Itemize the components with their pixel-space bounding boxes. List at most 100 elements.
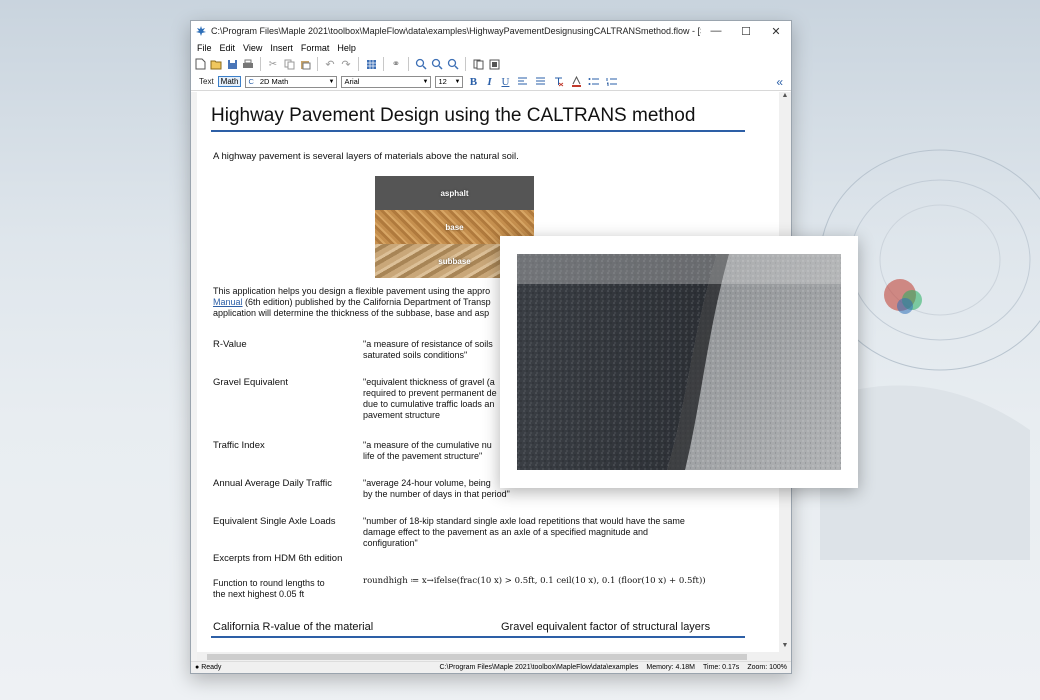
section-heading-gravel-factor: Gravel equivalent factor of structural l… [501, 621, 711, 633]
document-title: Highway Pavement Design using the CALTRA… [211, 105, 696, 126]
close-icon[interactable]: ✕ [761, 21, 791, 41]
menu-help[interactable]: Help [333, 43, 360, 53]
title-bar: C:\Program Files\Maple 2021\toolbox\Mapl… [191, 21, 791, 41]
bullet-list-icon[interactable] [587, 75, 601, 89]
function-label-line: the next highest 0.05 ft [213, 589, 305, 599]
term-r-value: R-Value [213, 339, 247, 350]
font-size-value: 12 [438, 77, 447, 86]
roundhigh-math[interactable]: roundhigh ≔ x→ifelse(frac(10 x) > 0.5ft,… [363, 576, 706, 586]
page-view-icon[interactable] [471, 57, 485, 71]
undo-icon[interactable]: ↶ [323, 57, 337, 71]
zoom-in-icon[interactable] [414, 57, 428, 71]
chevron-down-icon: ▼ [422, 78, 429, 85]
definition-esal: "number of 18-kip standard single axle l… [363, 516, 703, 549]
font-dropdown[interactable]: Arial ▼ [341, 75, 432, 88]
math-mode-button[interactable]: Math [217, 76, 242, 87]
style-prefix: C [248, 77, 254, 86]
table-icon[interactable] [364, 57, 378, 71]
manual-link[interactable]: Manual [213, 297, 243, 307]
toolbar-separator [260, 57, 261, 71]
text-mode-button[interactable]: Text [199, 77, 214, 86]
def-line: "number of 18-kip standard single axle l… [363, 516, 685, 526]
status-path: C:\Program Files\Maple 2021\toolbox\Mapl… [439, 664, 639, 671]
section-heading-r-value: California R-value of the material [213, 621, 374, 633]
para-line: Manual (6th edition) published by the Ca… [213, 297, 513, 308]
intro-text: A highway pavement is several layers of … [213, 151, 519, 162]
align-justify-icon[interactable] [533, 75, 547, 89]
asphalt-photo-card [500, 236, 858, 488]
left-gutter [191, 92, 197, 662]
collapse-panel-icon[interactable]: « [776, 75, 783, 89]
font-size-dropdown[interactable]: 12 ▼ [435, 75, 464, 88]
menu-insert[interactable]: Insert [266, 43, 297, 53]
status-memory: Memory: 4.18M [646, 664, 695, 671]
clear-format-icon[interactable] [551, 75, 565, 89]
menu-edit[interactable]: Edit [216, 43, 240, 53]
para-line-rest: (6th edition) published by the Californi… [242, 297, 491, 307]
term-esal: Equivalent Single Axle Loads [213, 516, 336, 527]
menu-bar: File Edit View Insert Format Help [191, 41, 791, 55]
open-folder-icon[interactable] [209, 57, 223, 71]
maximize-icon[interactable]: ☐ [731, 21, 761, 41]
term-annual-average-daily-traffic: Annual Average Daily Traffic [213, 478, 332, 489]
cut-icon[interactable]: ✂ [266, 57, 280, 71]
term-gravel-equivalent: Gravel Equivalent [213, 377, 288, 388]
font-value: Arial [344, 77, 360, 86]
toolbar-separator [383, 57, 384, 71]
status-zoom: Zoom: 100% [747, 664, 787, 671]
new-file-icon[interactable] [193, 57, 207, 71]
underline-button[interactable]: U [499, 76, 511, 88]
layer-asphalt: asphalt [375, 176, 534, 210]
status-time: Time: 0.17s [703, 664, 740, 671]
minimize-icon[interactable]: — [701, 21, 731, 41]
save-icon[interactable] [225, 57, 239, 71]
maple-leaf-icon [196, 26, 206, 36]
def-line: damage effect to the pavement as an axle… [363, 527, 649, 537]
menu-view[interactable]: View [239, 43, 266, 53]
bold-button[interactable]: B [467, 76, 479, 88]
function-label-line: Function to round lengths to [213, 578, 325, 588]
italic-button[interactable]: I [483, 76, 495, 88]
section-underline [211, 636, 745, 638]
link-icon[interactable]: ⚭ [389, 57, 403, 71]
excerpts-note: Excerpts from HDM 6th edition [213, 553, 343, 564]
execute-icon[interactable] [487, 57, 501, 71]
chevron-down-icon: ▼ [454, 78, 461, 85]
paste-icon[interactable] [298, 57, 312, 71]
status-ready: ● Ready [195, 664, 222, 671]
scroll-thumb[interactable] [207, 654, 747, 660]
toolbar-separator [358, 57, 359, 71]
function-label: Function to round lengths to the next hi… [213, 578, 325, 600]
status-bar: ● Ready C:\Program Files\Maple 2021\tool… [191, 661, 791, 673]
font-color-icon[interactable] [569, 75, 583, 89]
def-line: configuration" [363, 538, 418, 548]
chevron-down-icon: ▼ [328, 78, 335, 85]
style-label: 2D Math [259, 77, 289, 86]
status-ready-text: Ready [201, 664, 222, 671]
para-line: This application helps you design a flex… [213, 286, 491, 296]
zoom-fit-icon[interactable] [446, 57, 460, 71]
scroll-up-icon[interactable]: ▲ [779, 92, 791, 102]
title-underline [211, 130, 745, 132]
asphalt-photo [517, 254, 841, 470]
toolbar-separator [465, 57, 466, 71]
menu-file[interactable]: File [193, 43, 216, 53]
format-toolbar: Text Math C 2D Math ▼ Arial ▼ 12 ▼ B I U … [191, 73, 791, 91]
redo-icon[interactable]: ↷ [339, 57, 353, 71]
scroll-down-icon[interactable]: ▼ [779, 642, 791, 652]
style-value: C 2D Math [248, 77, 288, 86]
term-traffic-index: Traffic Index [213, 440, 265, 451]
main-toolbar: ✂ ↶ ↷ ⚭ [191, 55, 791, 73]
style-dropdown[interactable]: C 2D Math ▼ [245, 75, 338, 88]
para-line: application will determine the thickness… [213, 308, 490, 318]
toolbar-separator [317, 57, 318, 71]
window-title: C:\Program Files\Maple 2021\toolbox\Mapl… [211, 26, 701, 36]
menu-format[interactable]: Format [297, 43, 334, 53]
description-paragraph: This application helps you design a flex… [213, 286, 513, 319]
zoom-out-icon[interactable] [430, 57, 444, 71]
print-icon[interactable] [241, 57, 255, 71]
copy-icon[interactable] [282, 57, 296, 71]
align-left-icon[interactable] [515, 75, 529, 89]
toolbar-separator [408, 57, 409, 71]
numbered-list-icon[interactable] [605, 75, 619, 89]
